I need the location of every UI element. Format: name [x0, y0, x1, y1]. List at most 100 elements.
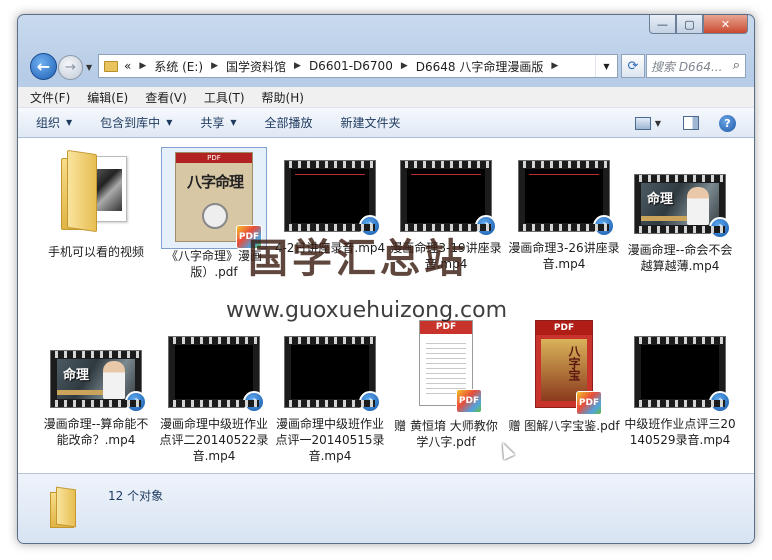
chevron-down-icon: ▼	[230, 118, 237, 127]
breadcrumb-separator-icon[interactable]: ▶	[211, 61, 218, 71]
file-name: 漫画命理中级班作业点评一20140515录音.mp4	[275, 417, 385, 463]
cover-title: 八字宝	[567, 345, 581, 381]
search-placeholder: 搜索 D664...	[651, 59, 723, 74]
video-icon: ♪	[634, 336, 731, 413]
media-player-icon: ♪	[709, 217, 731, 239]
help-icon[interactable]: ?	[719, 114, 736, 132]
thumbnail: ♪	[624, 336, 736, 413]
media-player-icon: ♪	[243, 391, 265, 413]
cover-tag: PDF	[176, 153, 252, 163]
file-item-video[interactable]: ♪ 漫画命理3-26讲座录音.mp4	[508, 160, 620, 272]
thumbnail: ♪	[274, 336, 386, 413]
menu-help[interactable]: 帮助(H)	[262, 89, 304, 106]
thumbnail: 命理 ♪	[624, 174, 736, 239]
play-all-button[interactable]: 全部播放	[265, 114, 313, 131]
view-options-dropdown-icon[interactable]: ▼	[655, 119, 661, 128]
file-item-video[interactable]: ♪ 漫画命理中级班作业点评二20140522录音.mp4	[158, 336, 270, 464]
video-icon: ♪	[284, 336, 381, 413]
breadcrumb-library[interactable]: 国学资料馆	[226, 58, 286, 75]
new-folder-button[interactable]: 新建文件夹	[341, 114, 401, 131]
video-icon: ♪	[518, 160, 615, 237]
file-item-pdf-doc[interactable]: PDF PDF 赠 黄恒堉 大师教你学八字.pdf	[390, 320, 502, 450]
thumbnail-caption: 命理	[647, 192, 674, 207]
file-item-video[interactable]: 命理 ♪ 漫画命理--命会不会越算越薄.mp4	[624, 174, 736, 274]
file-item-video[interactable]: 命理 ♪ 漫画命理--算命能不能改命？.mp4	[40, 350, 152, 448]
thumbnail: PDF 八字命理 PDF	[161, 147, 267, 249]
file-name: 漫画命理3-19讲座录音.mp4	[390, 241, 502, 271]
pdf-badge-icon: PDF	[236, 225, 262, 249]
breadcrumb-current[interactable]: D6648 八字命理漫画版	[416, 58, 544, 75]
file-item-video[interactable]: ♪ 漫画命理中级班作业点评一20140515录音.mp4	[274, 336, 386, 464]
refresh-button[interactable]: ⟳	[621, 54, 645, 78]
media-player-icon: ♪	[475, 215, 497, 237]
file-item-folder[interactable]: 手机可以看的视频	[40, 148, 152, 260]
menu-view[interactable]: 查看(V)	[145, 89, 187, 106]
media-player-icon: ♪	[359, 215, 381, 237]
breadcrumb-separator-icon[interactable]: ▶	[401, 61, 408, 71]
recent-pages-dropdown[interactable]: ▼	[86, 63, 92, 72]
organize-label: 组织	[36, 116, 61, 130]
search-input[interactable]: 搜索 D664... ⌕	[646, 54, 746, 78]
pdf-icon: PDF 八字命理 PDF	[175, 152, 262, 249]
breadcrumb-separator-icon[interactable]: ▶	[551, 61, 558, 71]
file-name: 漫画命理3-26讲座录音.mp4	[508, 241, 620, 271]
explorer-window: — ▢ ✕ ← → ▼ « ▶ 系统 (E:) ▶ 国学资料馆 ▶ D6601-…	[17, 14, 755, 544]
preview-pane-icon[interactable]	[683, 116, 699, 130]
breadcrumb-overflow[interactable]: «	[124, 59, 131, 73]
media-player-icon: ♪	[125, 391, 147, 413]
file-item-video[interactable]: ♪ 中级班作业点评三20140529录音.mp4	[624, 336, 736, 448]
change-view-icon[interactable]	[634, 116, 651, 130]
breadcrumb-drive[interactable]: 系统 (E:)	[154, 58, 203, 75]
breadcrumb-separator-icon[interactable]: ▶	[139, 61, 146, 71]
file-name: 赠 图解八字宝鉴.pdf	[508, 419, 620, 433]
thumbnail: ♪	[508, 160, 620, 237]
search-icon[interactable]: ⌕	[733, 58, 740, 73]
file-list: 手机可以看的视频 PDF 八字命理 PDF 《八字命理》漫画版）.pdf ♪ 4…	[18, 138, 754, 473]
organize-button[interactable]: 组织 ▼	[36, 114, 72, 131]
cover-tag: PDF	[420, 321, 472, 334]
include-library-button[interactable]: 包含到库中 ▼	[100, 114, 172, 131]
thumbnail: 命理 ♪	[40, 350, 152, 413]
cover-tag: PDF	[536, 321, 592, 335]
file-name: 《八字命理》漫画版）.pdf	[165, 249, 262, 279]
minimize-button[interactable]: —	[649, 15, 676, 34]
include-library-label: 包含到库中	[100, 116, 161, 130]
breadcrumb-separator-icon[interactable]: ▶	[294, 61, 301, 71]
menu-tools[interactable]: 工具(T)	[204, 89, 245, 106]
menu-file[interactable]: 文件(F)	[30, 89, 70, 106]
address-bar[interactable]: « ▶ 系统 (E:) ▶ 国学资料馆 ▶ D6601-D6700 ▶ D664…	[98, 54, 618, 78]
back-button[interactable]: ←	[30, 53, 57, 80]
video-icon: ♪	[400, 160, 497, 237]
file-item-video[interactable]: ♪ 4-2日讲座录音.mp4	[274, 160, 386, 256]
details-pane: 12 个对象	[18, 473, 754, 543]
forward-button[interactable]: →	[58, 55, 83, 80]
menu-edit[interactable]: 编辑(E)	[87, 89, 128, 106]
file-item-video[interactable]: ♪ 漫画命理3-19讲座录音.mp4	[390, 160, 502, 272]
address-dropdown-icon[interactable]: ▼	[595, 55, 617, 77]
thumbnail: PDF 八字宝 PDF	[529, 320, 602, 415]
share-button[interactable]: 共享 ▼	[200, 114, 236, 131]
caption-buttons: — ▢ ✕	[649, 15, 748, 34]
thumbnail	[56, 148, 136, 240]
share-label: 共享	[200, 116, 225, 130]
arrow-left-icon: ←	[36, 57, 51, 76]
video-icon: ♪	[284, 160, 381, 237]
file-item-pdf-cover[interactable]: PDF 八字宝 PDF 赠 图解八字宝鉴.pdf	[508, 320, 620, 434]
video-icon: 命理 ♪	[634, 174, 731, 239]
thumbnail: ♪	[274, 160, 386, 237]
video-icon: ♪	[168, 336, 265, 413]
file-name: 4-2日讲座录音.mp4	[274, 241, 386, 255]
maximize-button[interactable]: ▢	[676, 15, 703, 34]
file-name: 赠 黄恒堉 大师教你学八字.pdf	[394, 419, 498, 449]
media-player-icon: ♪	[359, 391, 381, 413]
close-button[interactable]: ✕	[703, 15, 748, 34]
thumbnail-caption: 命理	[63, 368, 90, 383]
file-item-pdf-book[interactable]: PDF 八字命理 PDF 《八字命理》漫画版）.pdf	[158, 147, 270, 280]
pdf-badge-icon: PDF	[576, 391, 602, 415]
breadcrumb-range[interactable]: D6601-D6700	[309, 59, 393, 73]
arrow-right-icon: →	[65, 60, 76, 75]
file-name: 漫画命理--算命能不能改命？.mp4	[43, 417, 149, 447]
file-name: 漫画命理--命会不会越算越薄.mp4	[627, 243, 733, 273]
toolbar-right: ▼ ?	[634, 108, 754, 138]
folder-icon	[59, 148, 133, 233]
